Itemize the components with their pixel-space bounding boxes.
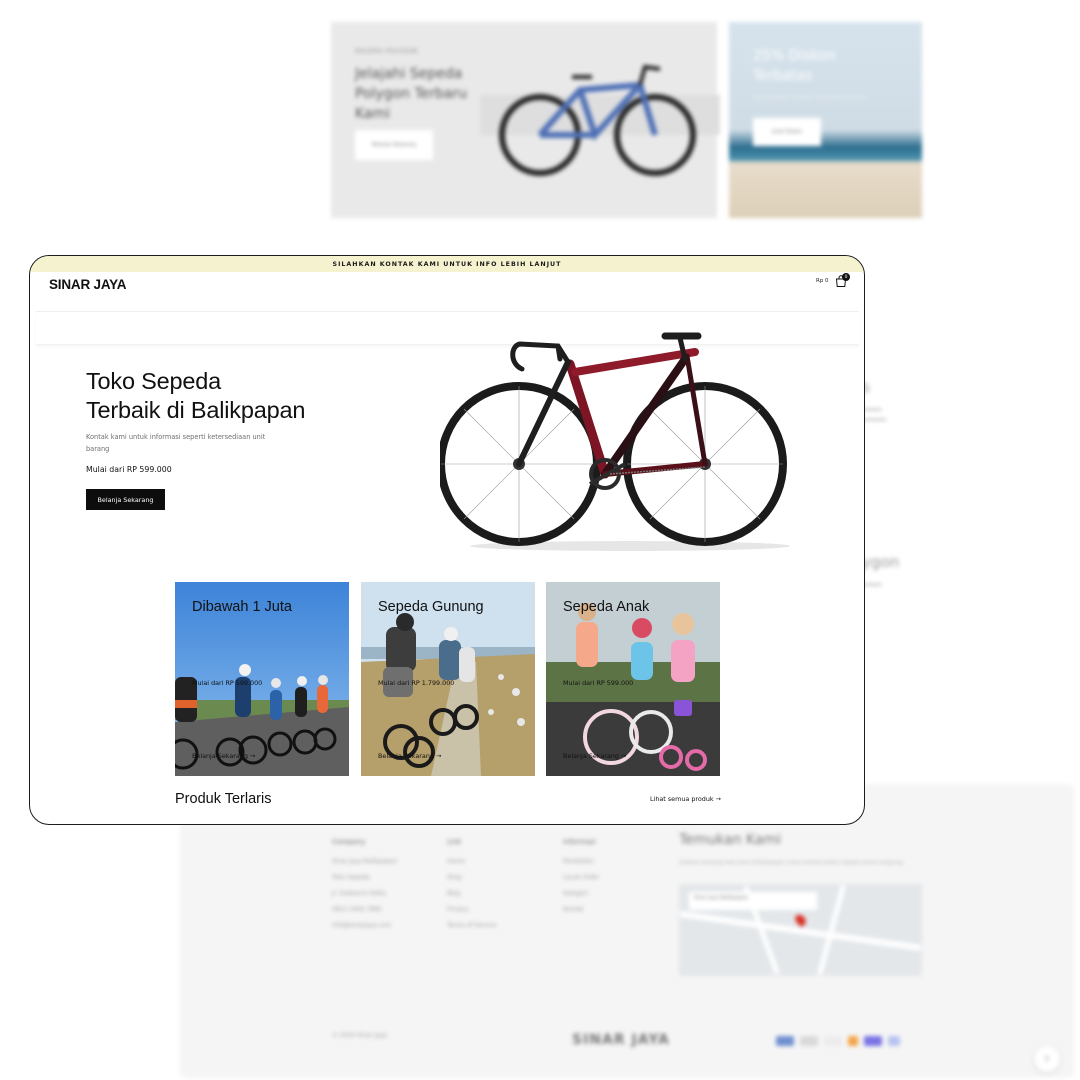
discount-button: Lihat Diskon (753, 118, 821, 146)
hero-title-line-1: Toko Sepeda (86, 368, 221, 394)
site-header: SINAR JAYA Rp 0 0 (30, 272, 864, 296)
category-price: Mulai dari RP 599.000 (563, 679, 634, 687)
category-title: Dibawah 1 Juta (192, 599, 292, 615)
hero-price: Mulai dari RP 599.000 (86, 465, 172, 474)
hero-subtitle: Kontak kami untuk informasi seperti kete… (86, 433, 266, 453)
promo-banner-discount: 25% Diskon Terbatas Nikmati diskon terba… (729, 22, 922, 218)
category-title: Sepeda Gunung (378, 599, 484, 615)
scroll-top-button: ↑ (1034, 1046, 1060, 1072)
category-title: Sepeda Anak (563, 599, 650, 615)
promo-shop-button: Belanja Sekarang (355, 130, 433, 160)
shoppay-icon (864, 1036, 882, 1046)
footer-col-company: Company Sinar Jaya Balikpapan Toko Seped… (332, 834, 397, 934)
best-seller-title: Produk Terlaris (175, 791, 272, 807)
site-logo[interactable]: SINAR JAYA (49, 277, 126, 292)
visa-icon (888, 1036, 900, 1046)
footer-col-title: Informasi (563, 838, 596, 846)
shop-now-button[interactable]: Belanja Sekarang (86, 489, 165, 510)
footer-line: Blog (447, 890, 461, 897)
footer-col-title: Link (447, 838, 462, 846)
promo-headline: Jelajahi Sepeda Polygon Terbaru Kami (355, 66, 468, 122)
footer-line: Kategori (563, 890, 589, 897)
category-price: Mulai dari RP 1.799.000 (378, 679, 455, 687)
footer-line: Shop (447, 874, 463, 881)
apple-pay-icon (800, 1036, 818, 1046)
category-card-under-1m[interactable]: Dibawah 1 Juta Mulai dari RP 599.000 Bel… (175, 582, 349, 776)
category-shop-link[interactable]: Belanja Sekarang → (378, 752, 441, 760)
footer-line: Terms of Service (447, 922, 497, 929)
category-cards: Dibawah 1 Juta Mulai dari RP 599.000 Bel… (175, 582, 720, 776)
footer-col-info: Informasi Pembelian Lacak Order Kategori… (563, 834, 599, 918)
footer-logo: SINAR JAYA (572, 1032, 670, 1048)
category-card-mountain[interactable]: Sepeda Gunung Mulai dari RP 1.799.000 Be… (361, 582, 535, 776)
footer-line: Pembelian (563, 858, 595, 865)
footer-line: Home (447, 858, 465, 865)
map-embed: Sinar Jaya Balikpapan (679, 884, 922, 976)
find-us-text: Silahkan kunjungi toko kami di Balikpapa… (679, 860, 905, 866)
footer-line: Lacak Order (563, 874, 600, 881)
discount-subtitle: Nikmati diskon terbatas untuk sepeda pil… (753, 95, 867, 101)
payment-icons (776, 1036, 900, 1046)
road-bike-image (440, 332, 790, 551)
footer-line: Sinar Jaya Balikpapan (332, 858, 398, 865)
amex-icon (776, 1036, 794, 1046)
promo-eyebrow: KOLEKSI POLYGON (355, 48, 418, 55)
side-text-1: ▬▬▬▬▬ ▬▬▬▬▬▬ (858, 407, 887, 423)
copyright: © 2024 Sinar Jaya (332, 1032, 388, 1039)
footer-col-link: Link Home Shop Blog Privacy Terms of Ser… (447, 834, 496, 934)
footer-col-title: Company (332, 838, 366, 846)
footer: Company Sinar Jaya Balikpapan Toko Seped… (180, 784, 1074, 1078)
discount-headline: 25% Diskon Terbatas (753, 48, 836, 84)
footer-line: info@sinarjaya.com (332, 922, 392, 929)
category-price: Mulai dari RP 599.000 (192, 679, 263, 687)
map-pin-icon (793, 912, 808, 928)
footer-line: Kontak (563, 906, 584, 913)
view-all-products-link[interactable]: Lihat semua produk → (650, 795, 721, 803)
hero-title: Toko Sepeda Terbaik di Balikpapan (86, 367, 305, 425)
mastercard-icon (848, 1036, 858, 1046)
category-shop-link[interactable]: Belanja Sekarang → (192, 752, 255, 760)
category-card-kids[interactable]: Sepeda Anak Mulai dari RP 599.000 Belanj… (546, 582, 720, 776)
cart-total[interactable]: Rp 0 (816, 278, 829, 284)
footer-line: Privacy (447, 906, 469, 913)
footer-line: Jl. Soekarno Hatta (332, 890, 386, 897)
blue-bike-image (480, 64, 720, 176)
map-place-label: Sinar Jaya Balikpapan (689, 892, 817, 910)
find-us-title: Temukan Kami (679, 832, 782, 848)
footer-line: 0812 3456 7890 (332, 906, 382, 913)
gpay-icon (824, 1036, 842, 1046)
announcement-bar: SILAHKAN KONTAK KAMI UNTUK INFO LEBIH LA… (30, 256, 864, 272)
storefront-window: SILAHKAN KONTAK KAMI UNTUK INFO LEBIH LA… (29, 255, 865, 825)
category-shop-link[interactable]: Belanja Sekarang → (563, 752, 626, 760)
footer-line: Toko Sepeda (332, 874, 370, 881)
hero-title-line-2: Terbaik di Balikpapan (86, 397, 306, 423)
cart-count-badge: 0 (842, 273, 850, 281)
